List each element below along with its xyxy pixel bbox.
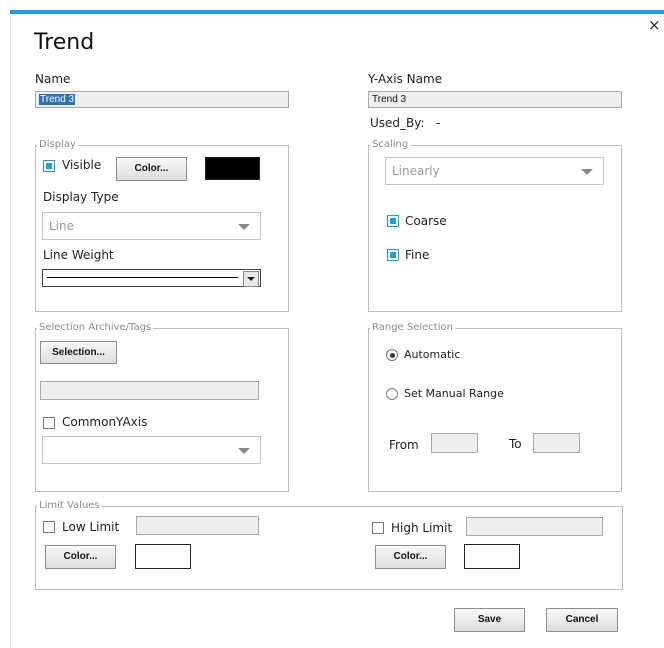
- high-limit-checkbox[interactable]: [372, 522, 384, 534]
- high-limit-input[interactable]: [466, 517, 603, 536]
- scaling-mode-value: Linearly: [392, 164, 440, 178]
- selection-legend: Selection Archive/Tags: [37, 322, 154, 334]
- manual-range-label: Set Manual Range: [404, 387, 504, 400]
- used-by-label: Used_By:: [370, 116, 425, 130]
- display-legend: Display: [37, 139, 78, 151]
- display-type-dropdown[interactable]: Line: [42, 212, 261, 240]
- name-input[interactable]: Trend 3: [35, 91, 289, 108]
- used-by-value: -: [436, 116, 441, 130]
- low-limit-label: Low Limit: [62, 520, 120, 534]
- from-label: From: [389, 438, 419, 452]
- scaling-legend: Scaling: [370, 139, 411, 151]
- low-limit-checkbox[interactable]: [43, 521, 55, 533]
- from-input[interactable]: [431, 433, 478, 453]
- common-y-axis-checkbox[interactable]: [43, 417, 55, 429]
- line-weight-select[interactable]: [42, 269, 261, 287]
- fine-checkbox[interactable]: [387, 249, 399, 261]
- high-limit-color-button[interactable]: Color...: [375, 545, 446, 569]
- limit-values-legend: Limit Values: [37, 500, 102, 512]
- to-input[interactable]: [533, 433, 580, 453]
- visible-checkbox[interactable]: [43, 160, 55, 172]
- automatic-radio[interactable]: [386, 349, 398, 361]
- chevron-down-icon: [581, 169, 593, 175]
- common-y-axis-dropdown[interactable]: [42, 436, 261, 464]
- fine-label: Fine: [405, 248, 430, 262]
- selection-button[interactable]: Selection...: [40, 341, 117, 364]
- high-limit-label: High Limit: [391, 521, 453, 535]
- automatic-label: Automatic: [404, 348, 461, 361]
- selection-path-input[interactable]: [40, 381, 259, 400]
- high-limit-color-swatch[interactable]: [464, 544, 520, 569]
- scaling-mode-dropdown[interactable]: Linearly: [385, 157, 604, 185]
- low-limit-color-button[interactable]: Color...: [45, 545, 116, 569]
- name-value: Trend 3: [39, 94, 76, 105]
- display-color-swatch[interactable]: [205, 157, 260, 180]
- range-legend: Range Selection: [370, 322, 455, 334]
- y-axis-name-label: Y-Axis Name: [368, 72, 443, 86]
- display-color-button[interactable]: Color...: [116, 157, 187, 181]
- coarse-checkbox[interactable]: [387, 215, 399, 227]
- line-weight-dropdown-icon[interactable]: [243, 271, 259, 287]
- y-axis-name-input[interactable]: Trend 3: [368, 91, 622, 108]
- visible-label: Visible: [62, 158, 102, 172]
- coarse-label: Coarse: [405, 214, 447, 228]
- display-type-value: Line: [49, 219, 75, 233]
- common-y-axis-label: CommonYAxis: [62, 415, 148, 429]
- name-label: Name: [35, 72, 71, 86]
- accent-bar: [10, 10, 664, 14]
- chevron-down-icon: [238, 224, 250, 230]
- chevron-down-icon: [238, 448, 250, 454]
- cancel-button[interactable]: Cancel: [546, 608, 618, 632]
- save-button[interactable]: Save: [454, 608, 525, 632]
- manual-range-radio[interactable]: [386, 388, 398, 400]
- window-edge: [10, 14, 11, 648]
- line-weight-sample: [47, 277, 238, 278]
- line-weight-label: Line Weight: [43, 248, 114, 262]
- to-label: To: [509, 437, 522, 451]
- display-type-label: Display Type: [43, 190, 119, 204]
- dialog-title: Trend: [34, 30, 95, 55]
- low-limit-color-swatch[interactable]: [135, 544, 191, 569]
- low-limit-input[interactable]: [136, 516, 259, 535]
- close-icon[interactable]: ×: [648, 16, 661, 34]
- y-axis-name-value: Trend 3: [372, 94, 407, 105]
